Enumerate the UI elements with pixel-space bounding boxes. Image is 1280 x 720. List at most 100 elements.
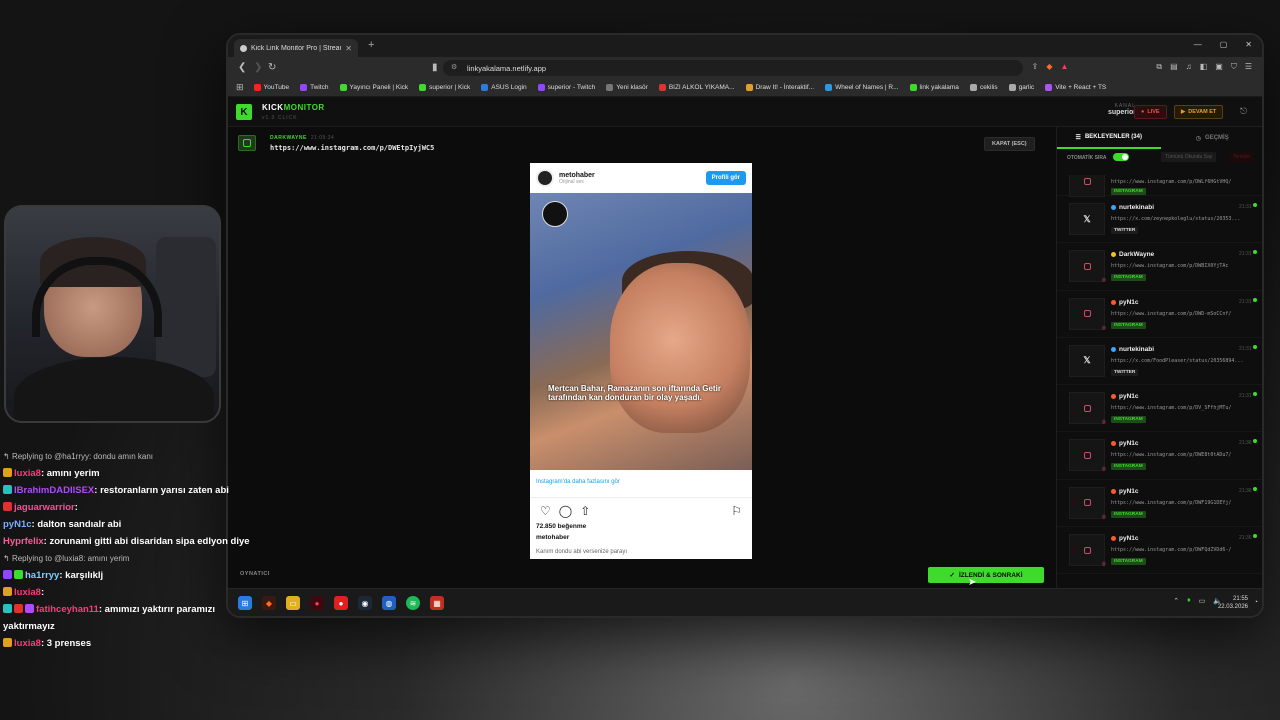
live-button[interactable]: ● LIVE (1134, 105, 1167, 119)
embed-username[interactable]: metohaber (559, 172, 595, 179)
bookmark-item[interactable]: ASUS Login (481, 84, 527, 91)
queue-item[interactable]: ◎ DarkWayne 21:31 https://www.instagram.com… (1057, 243, 1262, 291)
bookmark-item[interactable]: Yayıncı Paneli | Kick (339, 84, 408, 91)
x-logo-icon: 𝕏 (1083, 355, 1091, 366)
chat-username[interactable]: pyN1c (3, 519, 32, 530)
record-icon[interactable]: ● (334, 596, 348, 610)
bookmark-item[interactable]: YouTube (253, 84, 289, 91)
queue-item[interactable]: ◎ pyN1c 21:36 https://www.instagram.com/p/D… (1057, 480, 1262, 528)
queue-item[interactable]: 𝕏nurtekinabi 21:31 https://x.com/zeynepkol… (1057, 196, 1262, 244)
avatar[interactable] (536, 169, 554, 187)
mark-all-read-button[interactable]: Tümünü Okundu Say (1161, 152, 1217, 162)
reload-icon[interactable]: ↻ (268, 62, 276, 73)
network-icon[interactable]: ▭ (1199, 597, 1206, 605)
current-link-bar: DARKWAYNE 21:09:34 https://www.instagram.… (228, 127, 1056, 159)
mic-icon[interactable]: ♦ (1187, 597, 1191, 605)
chat-username[interactable]: luxia8 (14, 638, 41, 649)
close-icon[interactable]: ✕ (1245, 40, 1252, 49)
vpn-icon[interactable]: ⛉ (1231, 62, 1237, 72)
chat-username[interactable]: jaguarwarrior (14, 502, 75, 513)
discord-icon[interactable]: ◍ (382, 596, 396, 610)
platform-badge: INSTAGRAM (1111, 416, 1146, 424)
bookmark-item[interactable]: Twitch (300, 84, 329, 91)
logout-icon[interactable]: ⎋ (1240, 106, 1247, 117)
share-icon[interactable]: ⇪ (1032, 62, 1039, 72)
chat-username[interactable]: luxia8 (14, 468, 41, 479)
view-profile-button[interactable]: Profili gör (705, 171, 746, 185)
bookmark-item[interactable]: garlic (1008, 84, 1035, 91)
chat-username[interactable]: IBrahimDADIlSEX (14, 485, 94, 496)
browser-tab[interactable]: Kick Link Monitor Pro | Stream ✕ (234, 39, 358, 57)
maximize-icon[interactable]: ▢ (1220, 40, 1228, 49)
tab-close-icon[interactable]: ✕ (345, 44, 352, 53)
back-icon[interactable]: ❮ (238, 62, 246, 73)
address-bar[interactable]: ⚙ linkyakalama.netlify.app (443, 60, 1023, 76)
post-owner[interactable]: metohaber (530, 530, 752, 541)
auto-queue-toggle[interactable] (1113, 153, 1129, 161)
comment-icon[interactable]: ◯ (559, 504, 572, 518)
bookmark-item[interactable]: cekilis (969, 84, 998, 91)
queue-username: nurtekinabi (1119, 345, 1155, 353)
spotify-icon[interactable]: ≋ (406, 596, 420, 610)
bookmark-item[interactable]: superior - Twitch (537, 84, 595, 91)
folder-icon[interactable]: ▭ (286, 596, 300, 610)
media-icon[interactable]: ♫ (1186, 62, 1192, 72)
bookmark-icon[interactable]: ▮ (432, 62, 438, 73)
watched-next-button[interactable]: ✓ İZLENDİ & SONRAKİ (928, 567, 1044, 583)
clock[interactable]: 21:55 22.03.2026 (1218, 595, 1248, 611)
bookmark-icon (969, 84, 977, 91)
apps-icon[interactable]: ⊞ (236, 82, 244, 93)
bookmark-item[interactable]: Yeni klasör (606, 84, 648, 91)
queue-item-partial[interactable]: https://www.instagram.com/p/DWLf6HGtVHQ/… (1057, 175, 1262, 197)
sidebar-icon[interactable]: ◧ (1200, 62, 1208, 72)
chevron-up-icon[interactable]: ⌃ (1173, 597, 1179, 605)
extensions-icon[interactable]: ⧉ (1156, 62, 1162, 72)
game-icon[interactable]: ▦ (430, 596, 444, 610)
save-icon[interactable]: ⚐ (731, 504, 742, 518)
link-url[interactable]: https://www.instagram.com/p/DWEtpIyjWC5 (270, 144, 434, 152)
queue-item[interactable]: ◎ pyN1c 21:36 https://www.instagram.com/p/D… (1057, 527, 1262, 575)
clear-button[interactable]: Temizle (1229, 152, 1254, 162)
menu-icon[interactable]: ☰ (1245, 62, 1252, 72)
chat-username[interactable]: fatihceyhan11 (36, 604, 99, 615)
instagram-small-icon: ◎ (1101, 466, 1106, 473)
continue-button[interactable]: ▶ DEVAM ET (1174, 105, 1224, 119)
reader-icon[interactable]: ▤ (1170, 62, 1178, 72)
bookmark-item[interactable]: BIZI ALKOL YIKAMA... (658, 84, 735, 91)
forward-icon[interactable]: ❯ (254, 62, 262, 73)
brave-shield-icon[interactable]: ◆ (1046, 62, 1052, 72)
steam-icon[interactable]: ◉ (358, 596, 372, 610)
app-icon[interactable]: ● (310, 596, 324, 610)
brave-icon[interactable]: ◆ (262, 596, 276, 610)
bookmark-item[interactable]: link yakalama (909, 84, 959, 91)
site-info-icon[interactable]: ⚙ (451, 63, 457, 71)
minimize-icon[interactable]: — (1194, 40, 1202, 49)
queue-item[interactable]: 𝕏nurtekinabi 21:31 https://x.com/FoodPleas… (1057, 338, 1262, 386)
notification-icon[interactable]: ◔ (1254, 599, 1258, 606)
bookmark-item[interactable]: superior | Kick (419, 84, 470, 91)
close-player-button[interactable]: KAPAT (ESC) (984, 137, 1035, 151)
tab-title: Kick Link Monitor Pro | Stream (251, 44, 342, 52)
bookmark-item[interactable]: Draw It! - İnteraktif... (745, 84, 814, 91)
tab-waiting[interactable]: ☰ BEKLEYENLER (34) (1057, 127, 1161, 149)
brave-rewards-icon[interactable]: ▲ (1061, 62, 1069, 72)
queue-item[interactable]: ◎ pyN1c 21:36 https://www.instagram.com/p/D… (1057, 432, 1262, 480)
bookmark-item[interactable]: Wheel of Names | R... (825, 84, 899, 91)
share-icon[interactable]: ⇧ (580, 504, 590, 518)
chat-badge-icon (25, 604, 34, 613)
new-tab-button[interactable]: + (368, 39, 374, 51)
embed-video[interactable]: Mertcan Bahar, Ramazanın son iftarında G… (530, 193, 752, 470)
chat-username[interactable]: luxia8 (14, 587, 41, 598)
queue-item[interactable]: ◎ pyN1c 21:31 https://www.instagram.com/p/D… (1057, 291, 1262, 338)
chat-username[interactable]: Hyprfelix (3, 536, 44, 547)
bookmark-label: garlic (1018, 84, 1035, 91)
queue-username: pyN1c (1119, 535, 1139, 543)
tab-history[interactable]: ◷ GEÇMİŞ (1161, 127, 1263, 149)
view-more-link[interactable]: Instagram'da daha fazlasını gör (530, 470, 752, 498)
chat-username[interactable]: ha1rryy (25, 570, 59, 581)
heart-icon[interactable]: ♡ (540, 504, 551, 518)
queue-item[interactable]: ◎ pyN1c 21:31 https://www.instagram.com/p/D… (1057, 385, 1262, 433)
bookmark-item[interactable]: Vite + React + TS (1045, 84, 1106, 91)
wallet-icon[interactable]: ▣ (1215, 62, 1223, 72)
tab-audio-icon (240, 44, 247, 52)
